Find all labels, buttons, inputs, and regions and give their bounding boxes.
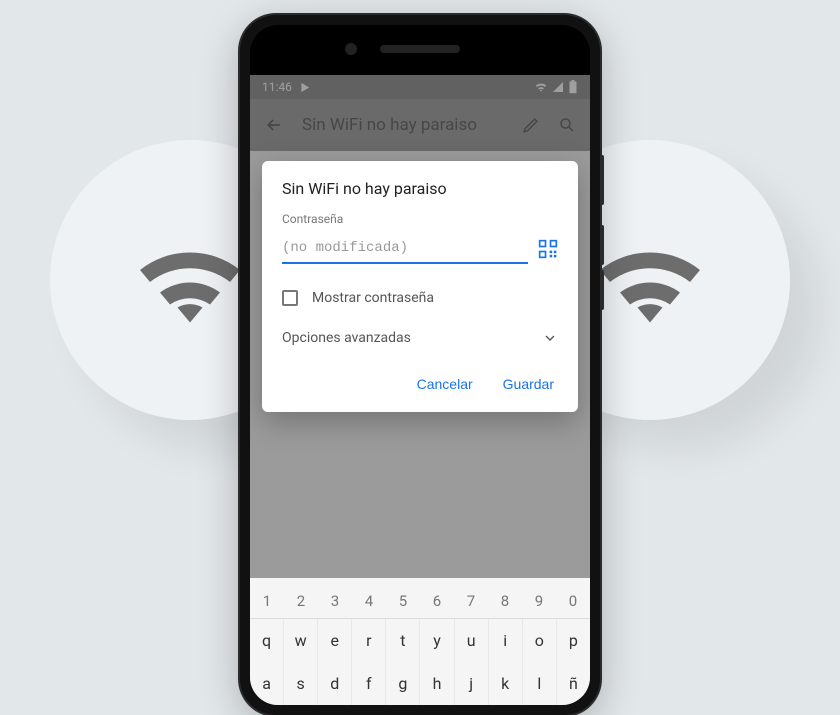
keyboard-key-e[interactable]: e — [318, 619, 352, 662]
keyboard-key-0[interactable]: 0 — [556, 584, 590, 618]
volume-down-button — [600, 270, 604, 310]
wifi-icon — [130, 225, 250, 335]
keyboard-key-q[interactable]: q — [250, 619, 284, 662]
keyboard-qwerty-row: qwertyuiop — [250, 619, 590, 662]
qr-code-icon[interactable] — [538, 239, 558, 259]
phone-frame: 11:46 Sin WiFi no hay paraiso — [240, 15, 600, 715]
keyboard-key-9[interactable]: 9 — [522, 584, 556, 618]
show-password-row[interactable]: Mostrar contraseña — [282, 290, 558, 306]
power-button — [600, 155, 604, 205]
keyboard-key-s[interactable]: s — [284, 662, 318, 705]
keyboard-key-ñ[interactable]: ñ — [557, 662, 590, 705]
keyboard-key-h[interactable]: h — [420, 662, 454, 705]
keyboard-key-t[interactable]: t — [386, 619, 420, 662]
show-password-label: Mostrar contraseña — [312, 290, 434, 306]
save-button[interactable]: Guardar — [499, 368, 558, 400]
keyboard-asdf-row: asdfghjklñ — [250, 662, 590, 705]
keyboard-key-7[interactable]: 7 — [454, 584, 488, 618]
keyboard-key-4[interactable]: 4 — [352, 584, 386, 618]
password-label: Contraseña — [282, 212, 558, 226]
keyboard-number-row: 1234567890 — [250, 584, 590, 619]
keyboard-key-l[interactable]: l — [523, 662, 557, 705]
keyboard-key-a[interactable]: a — [250, 662, 284, 705]
phone-speaker — [380, 45, 460, 53]
keyboard-key-1[interactable]: 1 — [250, 584, 284, 618]
keyboard-key-u[interactable]: u — [455, 619, 489, 662]
keyboard-key-g[interactable]: g — [386, 662, 420, 705]
wifi-icon — [590, 225, 710, 335]
chevron-down-icon — [542, 330, 558, 346]
keyboard-key-p[interactable]: p — [557, 619, 590, 662]
keyboard-key-f[interactable]: f — [352, 662, 386, 705]
wifi-password-dialog: Sin WiFi no hay paraiso Contraseña — [262, 161, 578, 412]
password-input[interactable] — [282, 234, 528, 264]
volume-up-button — [600, 225, 604, 265]
phone-camera — [345, 43, 357, 55]
keyboard-key-i[interactable]: i — [489, 619, 523, 662]
keyboard-key-2[interactable]: 2 — [284, 584, 318, 618]
keyboard-key-3[interactable]: 3 — [318, 584, 352, 618]
keyboard-key-d[interactable]: d — [318, 662, 352, 705]
keyboard-key-y[interactable]: y — [420, 619, 454, 662]
keyboard-key-6[interactable]: 6 — [420, 584, 454, 618]
keyboard-key-5[interactable]: 5 — [386, 584, 420, 618]
keyboard-key-k[interactable]: k — [489, 662, 523, 705]
advanced-options-row[interactable]: Opciones avanzadas — [282, 330, 558, 346]
keyboard-key-j[interactable]: j — [455, 662, 489, 705]
keyboard-key-r[interactable]: r — [352, 619, 386, 662]
keyboard-key-8[interactable]: 8 — [488, 584, 522, 618]
soft-keyboard: 1234567890 qwertyuiop asdfghjklñ — [250, 578, 590, 705]
cancel-button[interactable]: Cancelar — [413, 368, 477, 400]
keyboard-key-w[interactable]: w — [284, 619, 318, 662]
show-password-checkbox[interactable] — [282, 290, 298, 306]
phone-screen: 11:46 Sin WiFi no hay paraiso — [250, 75, 590, 705]
dialog-title: Sin WiFi no hay paraiso — [282, 179, 558, 198]
keyboard-key-o[interactable]: o — [523, 619, 557, 662]
advanced-options-label: Opciones avanzadas — [282, 330, 411, 346]
